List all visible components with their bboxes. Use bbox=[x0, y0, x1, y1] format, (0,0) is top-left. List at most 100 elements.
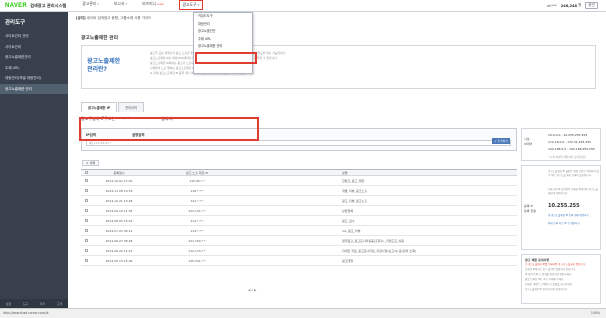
reg-link[interactable]: 최대 등록 가능 IP 수 확인하기 bbox=[548, 222, 600, 226]
chevron-down-icon: ▾ bbox=[125, 2, 128, 6]
sidebar-item-bulk[interactable]: 대량관리(엑셀 대량관리) bbox=[0, 73, 68, 84]
description-box: 광고노출제한 관리란? 광고주 또는 대행사가 광고 노출을 원하지 않는 IP… bbox=[81, 45, 596, 89]
checkbox-icon[interactable] bbox=[84, 248, 88, 252]
header-ip[interactable]: 광고 노출 제한 IP bbox=[147, 171, 247, 175]
tab-history[interactable]: 관리이력 bbox=[118, 102, 144, 112]
row-checkbox[interactable] bbox=[81, 198, 91, 203]
sidebar-item-exposure[interactable]: 광고노출제한관리 bbox=[0, 52, 68, 63]
row-memo: 개발_리뷰_광고노출 bbox=[342, 188, 368, 193]
tab-ip-block[interactable]: 광고노출제한 IP bbox=[81, 102, 118, 112]
nav-label: 보고서 bbox=[113, 1, 125, 6]
row-checkbox[interactable] bbox=[81, 228, 91, 233]
row-checkbox[interactable] bbox=[81, 238, 91, 243]
sidebar-item-site-manage[interactable]: 사이트관리 관리 bbox=[0, 31, 68, 42]
row-memo: 상담업체 bbox=[342, 208, 354, 213]
customer-icon[interactable]: 고객 bbox=[57, 302, 63, 306]
row-checkbox[interactable] bbox=[81, 208, 91, 213]
notice-prefix: [공지] bbox=[76, 16, 86, 20]
row-memo: 광고_리뷰_광고노출 bbox=[342, 198, 368, 203]
settings-icon[interactable]: 설정 bbox=[6, 302, 12, 306]
row-checkbox[interactable] bbox=[81, 218, 91, 223]
checkbox-icon[interactable] bbox=[84, 198, 88, 202]
private-ip-range: 172.16.0.0 - 172.31.255.255 bbox=[548, 140, 592, 144]
table-body: 2014.12.02 17:00 115.95.*.* 한달간_광고_제한 2014.… bbox=[81, 176, 517, 266]
row-ip: 114.*.*.* bbox=[190, 228, 204, 233]
table-header: 등록일시 광고 노출 제한 IP 설명 bbox=[81, 169, 517, 176]
new-badge: new bbox=[157, 2, 164, 6]
table-row[interactable]: 2014.08.05 15:03 211.*.*.* 광고_검수 bbox=[81, 216, 517, 226]
checkbox-icon[interactable] bbox=[84, 188, 88, 192]
table-row[interactable]: 2014.11.28 10:33 118.*.*.* 개발_리뷰_광고노출 bbox=[81, 186, 517, 196]
row-ip: 221.150.*.* bbox=[188, 238, 206, 243]
account-id[interactable]: mi*** bbox=[547, 4, 557, 8]
description-title: 광고노출제한 관리란? bbox=[87, 58, 121, 73]
table-row[interactable]: 2014.06.20 11:22 112.170.*.* 자세한 자료_광고모니터링… bbox=[81, 246, 517, 256]
menu-item-diagnosis[interactable]: 광고노출진단 bbox=[194, 28, 252, 36]
reg-link[interactable]: 내 광고노출제한 IP 등록 현황 확인하기 bbox=[548, 214, 600, 218]
row-date: 2014.06.20 11:22 bbox=[105, 248, 133, 253]
row-memo: 광고대행 bbox=[342, 258, 354, 263]
sidebar-bottom-bar: 설정 도구 쿠키 고객 bbox=[0, 299, 68, 308]
checkbox-icon[interactable] bbox=[84, 218, 88, 222]
table-row[interactable]: 2014.09.10 11:35 223.131.*.* 상담업체 bbox=[81, 206, 517, 216]
tools-icon[interactable]: 도구 bbox=[23, 302, 29, 306]
menu-item-keyword-tool[interactable]: 키워드도구 bbox=[194, 13, 252, 21]
status-bar: http://searchad.naver.com/# 100% bbox=[0, 308, 606, 318]
menu-item-url[interactable]: 주제 URL bbox=[194, 36, 252, 44]
checkbox-icon[interactable] bbox=[84, 238, 88, 242]
page-title: 광고노출제한 관리 bbox=[81, 36, 118, 41]
header-date[interactable]: 등록일시 bbox=[91, 171, 147, 175]
row-checkbox[interactable] bbox=[81, 178, 91, 183]
row-date: 2014.06.27 08:48 bbox=[105, 238, 133, 243]
row-ip: 125.241.*.* bbox=[188, 258, 206, 263]
app-title[interactable]: 검색광고 관리시스템 bbox=[30, 3, 66, 9]
row-memo: 일주일간_광고모니터링중(조회수)_키워드조_이동 bbox=[342, 238, 405, 243]
row-ip: 112.170.*.* bbox=[188, 248, 206, 253]
row-date: 2014.11.28 10:33 bbox=[105, 188, 133, 193]
nav-report[interactable]: 보고서 ▾ bbox=[114, 1, 127, 10]
tip-line: 주 광고노출제한 IP를 등록하면 광고가 노출되지 않습니다. bbox=[525, 263, 586, 266]
checkbox-icon[interactable] bbox=[84, 258, 88, 262]
sidebar-item-ip-block[interactable]: 광고노출제한 관리 bbox=[0, 83, 68, 94]
table-row[interactable]: 2014.07.22 09:12 114.*.*.* ms_광고_리뷰 bbox=[81, 226, 517, 236]
header-select-all[interactable] bbox=[81, 170, 91, 175]
nav-bizmoney[interactable]: 비즈머니 new bbox=[142, 1, 163, 10]
row-date: 2014.05.13 15:06 bbox=[105, 258, 133, 263]
sidebar: 관리도구 사이트관리 관리 사이트관리 광고노출제한관리 주제 URL 대량관리… bbox=[0, 12, 68, 308]
checkbox-icon[interactable] bbox=[84, 178, 88, 182]
menu-item-ip-block[interactable]: 광고노출제한 관리 bbox=[194, 43, 252, 51]
table-row[interactable]: 2014.06.27 08:48 221.150.*.* 일주일간_광고모니터링중(… bbox=[81, 236, 517, 246]
row-checkbox[interactable] bbox=[81, 248, 91, 253]
table-row[interactable]: 2014.12.02 17:00 115.95.*.* 한달간_광고_제한 bbox=[81, 176, 517, 186]
private-ip-range: 192.168.0.0 - 192.168.255.255 bbox=[548, 147, 595, 151]
delete-button[interactable]: × 삭제 bbox=[82, 160, 99, 166]
private-ip-box: 사설 IP대역 10.0.0.0 - 10.255.255.255 172.16… bbox=[521, 128, 601, 161]
row-memo: 자세한 자료_광고모니터링_지정사항(보고서) 중(임의 소재) bbox=[342, 248, 417, 253]
nav-label: 광고관리 bbox=[82, 1, 97, 6]
nav-ad-manage[interactable]: 광고관리 ▾ bbox=[82, 1, 99, 10]
checkbox-icon[interactable] bbox=[84, 228, 88, 232]
main-content: [공지] 네이버 검색광고 동향, 그룹소재 사용 가이드 광고노출제한 관리 … bbox=[68, 12, 606, 308]
sidebar-item-site[interactable]: 사이트관리 bbox=[0, 42, 68, 53]
pagination[interactable]: ◀ 1 ▶ bbox=[248, 288, 256, 292]
charge-button[interactable]: 충전 bbox=[585, 2, 598, 9]
checkbox-icon[interactable] bbox=[84, 208, 88, 212]
nav-label: 비즈머니 bbox=[142, 1, 157, 6]
registration-box: 등록 IP 등록 현황 광고노출제한 IP 설정은 계정 단위로 적용되며 일부… bbox=[521, 165, 601, 250]
naver-logo[interactable]: NAVER bbox=[5, 3, 27, 9]
zoom-level[interactable]: 100% bbox=[591, 309, 600, 318]
cookie-icon[interactable]: 쿠키 bbox=[40, 302, 46, 306]
reg-label2: 등록 현황 bbox=[524, 209, 536, 213]
checkbox-icon[interactable] bbox=[84, 170, 88, 174]
add-ip-button[interactable]: + 추가하기 bbox=[492, 138, 510, 144]
table-row[interactable]: 2014.10.21 13:48 121.*.*.* 광고_리뷰_광고노출 bbox=[81, 196, 517, 206]
row-checkbox[interactable] bbox=[81, 258, 91, 263]
account-area: mi*** 246,248 원 충전 bbox=[543, 2, 598, 9]
sidebar-item-url[interactable]: 주제 URL bbox=[0, 63, 68, 74]
nav-ad-tools[interactable]: 광고도구 ▾ bbox=[178, 0, 204, 10]
row-checkbox[interactable] bbox=[81, 188, 91, 193]
row-date: 2014.12.02 17:00 bbox=[105, 178, 133, 183]
table-row[interactable]: 2014.05.13 15:06 125.241.*.* 광고대행 bbox=[81, 256, 517, 266]
menu-item-bulk[interactable]: 대량관리 bbox=[194, 21, 252, 29]
tab-bar: 광고노출제한 IP 관리이력 bbox=[81, 102, 145, 112]
